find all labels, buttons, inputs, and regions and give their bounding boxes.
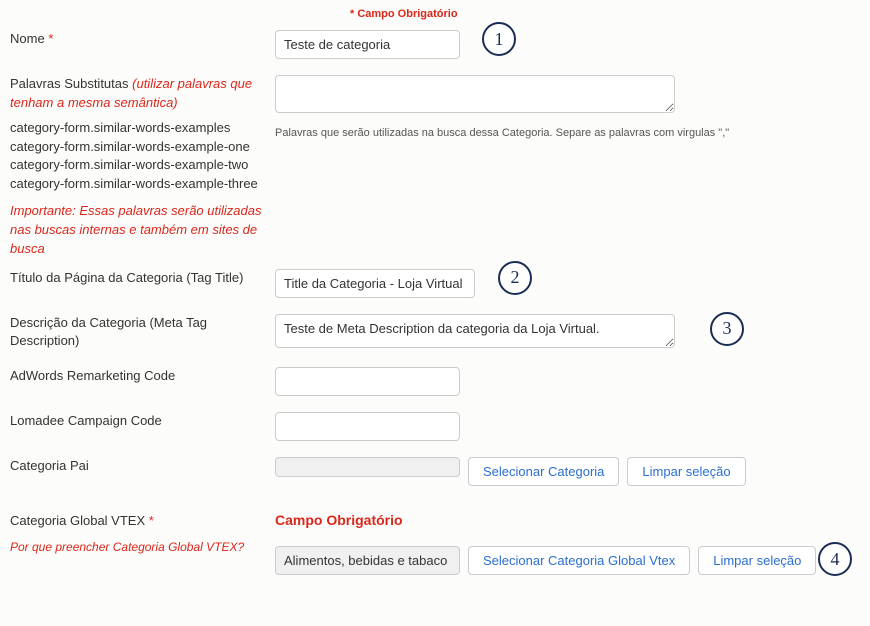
label-parent-category: Categoria Pai: [10, 457, 275, 476]
label-global-vtex: Categoria Global VTEX *: [10, 512, 265, 531]
label-substitute-words: Palavras Substitutas (utilizar palavras …: [10, 75, 265, 113]
label-name: Nome *: [10, 30, 275, 49]
substitute-words-help: Palavras que serão utilizadas na busca d…: [275, 127, 860, 139]
clear-global-vtex-button[interactable]: Limpar seleção: [698, 546, 816, 575]
global-vtex-value: Alimentos, bebidas e tabaco: [275, 546, 460, 575]
row-meta-desc: Descrição da Categoria (Meta Tag Descrip…: [10, 314, 860, 352]
parent-category-value: [275, 457, 460, 477]
global-vtex-required-msg: Campo Obrigatório: [275, 512, 403, 528]
row-page-title: Título da Página da Categoria (Tag Title…: [10, 269, 860, 298]
why-global-vtex-link[interactable]: Por que preencher Categoria Global VTEX?: [10, 539, 265, 556]
name-input[interactable]: [275, 30, 460, 59]
row-adwords: AdWords Remarketing Code: [10, 367, 860, 396]
label-meta-desc: Descrição da Categoria (Meta Tag Descrip…: [10, 314, 275, 352]
row-global-vtex: Categoria Global VTEX * Por que preenche…: [10, 512, 860, 575]
page-title-input[interactable]: [275, 269, 475, 298]
label-page-title: Título da Página da Categoria (Tag Title…: [10, 269, 275, 288]
label-lomadee: Lomadee Campaign Code: [10, 412, 275, 431]
row-substitute-words: Palavras Substitutas (utilizar palavras …: [10, 75, 860, 259]
select-global-vtex-button[interactable]: Selecionar Categoria Global Vtex: [468, 546, 690, 575]
required-field-note: * Campo Obrigatório: [350, 8, 860, 20]
clear-category-button[interactable]: Limpar seleção: [627, 457, 745, 486]
row-parent-category: Categoria Pai Selecionar Categoria Limpa…: [10, 457, 860, 486]
label-adwords: AdWords Remarketing Code: [10, 367, 275, 386]
select-category-button[interactable]: Selecionar Categoria: [468, 457, 619, 486]
row-lomadee: Lomadee Campaign Code: [10, 412, 860, 441]
row-name: Nome * 1: [10, 30, 860, 59]
meta-desc-input[interactable]: [275, 314, 675, 348]
callout-1: 1: [482, 22, 516, 56]
substitute-words-input[interactable]: [275, 75, 675, 113]
lomadee-input[interactable]: [275, 412, 460, 441]
callout-2: 2: [498, 261, 532, 295]
substitute-words-examples: category-form.similar-words-examples cat…: [10, 119, 265, 194]
callout-3: 3: [710, 312, 744, 346]
adwords-input[interactable]: [275, 367, 460, 396]
substitute-words-important: Importante: Essas palavras serão utiliza…: [10, 202, 265, 259]
